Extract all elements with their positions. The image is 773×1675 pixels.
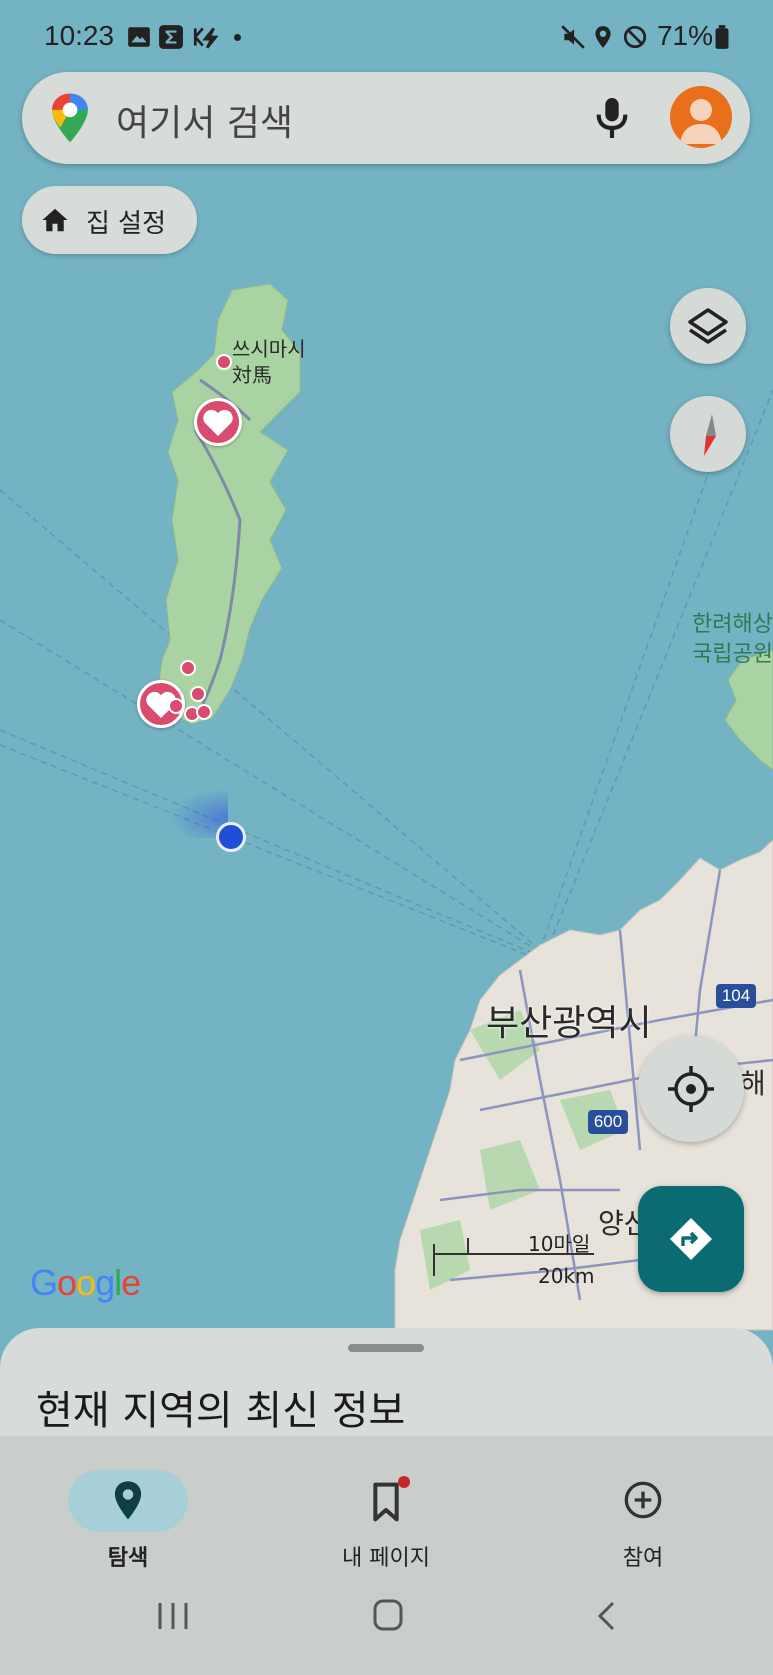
tab-contribute-label: 참여: [622, 1546, 664, 1571]
system-navigation-bar: [0, 1578, 773, 1675]
battery-icon: [712, 24, 738, 50]
directions-icon: [670, 1218, 712, 1260]
tab-explore-label: 탐색: [107, 1546, 149, 1571]
app-notification-icon: [192, 24, 219, 50]
map-pin-dot[interactable]: [180, 660, 196, 676]
crosshair-icon: [668, 1066, 714, 1112]
home-button[interactable]: [372, 1598, 404, 1636]
layers-button[interactable]: [670, 288, 746, 364]
map-label-busan[interactable]: 부산광역시: [486, 994, 652, 1046]
add-circle-icon: [623, 1480, 663, 1524]
map-label-tsushima[interactable]: 쓰시마시 対馬: [232, 336, 306, 388]
battery-percent: 71%: [656, 20, 713, 51]
sum-app-icon: [158, 24, 184, 50]
location-pin-icon: [590, 24, 616, 50]
notification-badge: [398, 1476, 410, 1488]
tab-contribute[interactable]: 참여: [543, 1436, 743, 1578]
tab-my-page[interactable]: 내 페이지: [286, 1436, 486, 1578]
sheet-title: 현재 지역의 최신 정보: [36, 1388, 406, 1434]
map-label-tsushima-ko: 쓰시마시: [232, 337, 306, 361]
mute-icon: [560, 24, 586, 50]
more-notifications-dot: [234, 34, 241, 41]
microphone-icon[interactable]: [592, 96, 632, 144]
route-shield-104: 104: [716, 984, 756, 1008]
status-bar: 10:23 71%: [0, 0, 773, 72]
recent-apps-button[interactable]: [156, 1600, 190, 1636]
heart-icon: [203, 409, 233, 436]
person-icon: [680, 99, 722, 144]
bookmark-icon: [370, 1482, 402, 1526]
layers-icon: [688, 308, 728, 344]
tab-explore[interactable]: 탐색: [28, 1436, 228, 1578]
map-label-tsushima-ja: 対馬: [232, 363, 272, 387]
sheet-drag-handle[interactable]: [348, 1344, 424, 1352]
back-button[interactable]: [594, 1600, 618, 1636]
route-shield-600: 600: [588, 1110, 628, 1134]
explore-pin-icon: [112, 1480, 144, 1526]
saved-place-heart-marker[interactable]: [194, 398, 242, 446]
search-bar[interactable]: 여기서 검색: [22, 72, 750, 164]
current-location-dot: [216, 822, 246, 852]
map-pin-dot[interactable]: [190, 686, 206, 702]
directions-button[interactable]: [638, 1186, 744, 1292]
account-avatar[interactable]: [670, 86, 732, 148]
set-home-chip[interactable]: 집 설정: [22, 186, 197, 254]
explore-bottom-sheet[interactable]: 현재 지역의 최신 정보: [0, 1328, 773, 1448]
map-label-hallyeo-line2: 국립공원: [692, 642, 773, 667]
tab-my-page-label: 내 페이지: [342, 1546, 430, 1571]
map-pin-dot[interactable]: [216, 354, 232, 370]
google-logo: Google: [30, 1262, 141, 1303]
gallery-icon: [126, 24, 152, 50]
home-icon: [40, 206, 70, 238]
compass-button[interactable]: [670, 396, 746, 472]
google-maps-pin-icon: [50, 92, 90, 148]
bottom-navigation: 탐색 내 페이지 참여: [0, 1436, 773, 1578]
do-not-disturb-icon: [622, 24, 648, 50]
search-placeholder[interactable]: 여기서 검색: [116, 94, 293, 146]
scale-km: 20km: [538, 1264, 595, 1288]
map-pin-dot[interactable]: [168, 698, 184, 714]
map-label-hallyeo[interactable]: 한려해상 국립공원: [692, 610, 773, 670]
status-time: 10:23: [44, 20, 115, 51]
my-location-button[interactable]: [638, 1036, 744, 1142]
map-label-hallyeo-line1: 한려해상: [692, 612, 773, 637]
compass-icon: [704, 414, 716, 456]
set-home-label: 집 설정: [86, 209, 167, 239]
scale-miles: 10마일: [528, 1232, 591, 1256]
map-pin-dot[interactable]: [196, 704, 212, 720]
